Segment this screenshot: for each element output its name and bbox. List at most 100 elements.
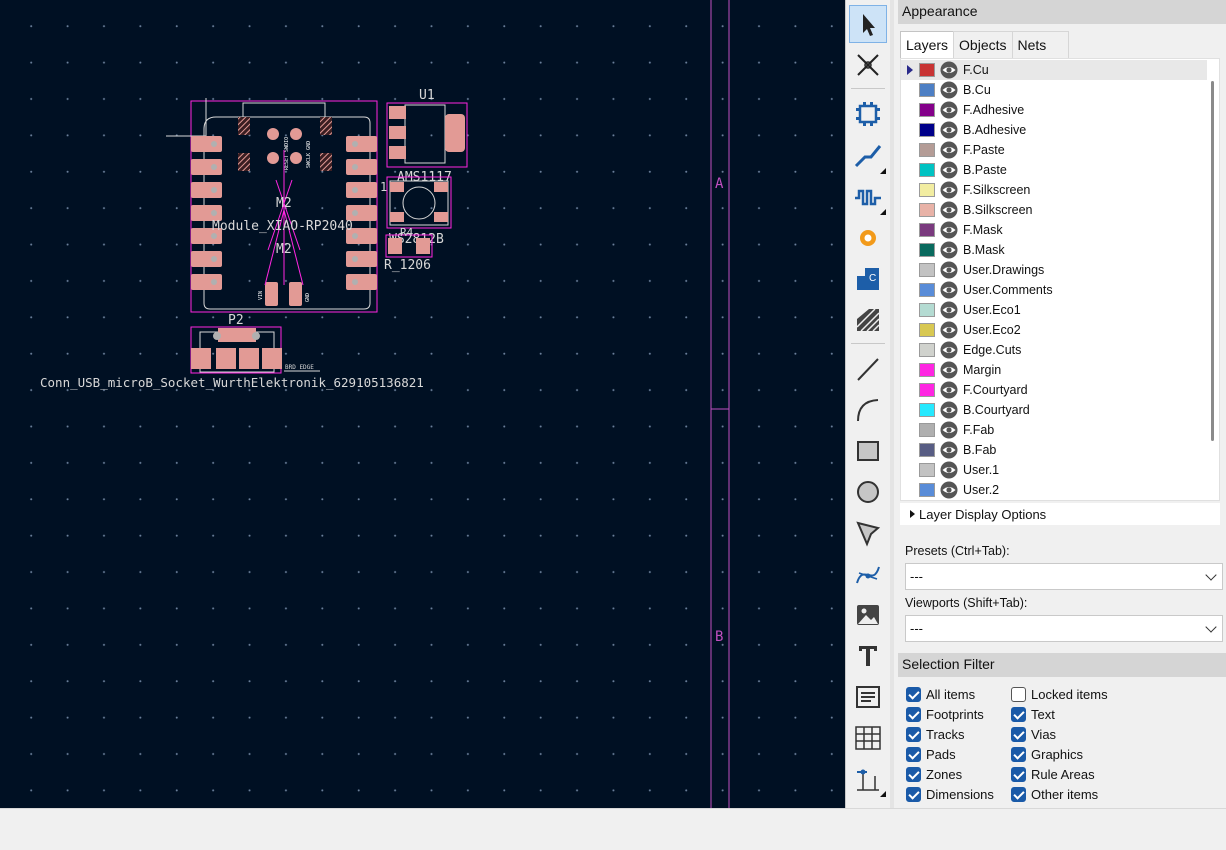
module-pad[interactable] — [346, 136, 377, 152]
layer-row[interactable]: User.2 — [901, 480, 1207, 500]
visibility-eye-icon[interactable] — [940, 361, 958, 379]
visibility-eye-icon[interactable] — [940, 201, 958, 219]
layer-row[interactable]: User.Eco2 — [901, 320, 1207, 340]
checkbox-checked-icon[interactable] — [906, 766, 921, 782]
filter-checkbox[interactable]: All items — [906, 685, 975, 703]
tune-length-icon[interactable] — [849, 178, 887, 216]
module-pad[interactable] — [191, 182, 222, 198]
visibility-eye-icon[interactable] — [940, 181, 958, 199]
filter-checkbox[interactable]: Graphics — [1011, 745, 1083, 763]
draw-arc-icon[interactable] — [849, 391, 887, 429]
add-footprint-icon[interactable] — [849, 95, 887, 133]
layer-row[interactable]: Edge.Cuts — [901, 340, 1207, 360]
layer-color-swatch[interactable] — [919, 223, 935, 237]
draw-bezier-icon[interactable] — [849, 555, 887, 593]
tab-objects[interactable]: Objects — [953, 31, 1013, 58]
layer-row[interactable]: User.Comments — [901, 280, 1207, 300]
layer-row[interactable]: F.Cu — [901, 60, 1207, 80]
add-image-icon[interactable] — [849, 596, 887, 634]
layer-row[interactable]: B.Silkscreen — [901, 200, 1207, 220]
layer-row[interactable]: B.Courtyard — [901, 400, 1207, 420]
layer-color-swatch[interactable] — [919, 323, 935, 337]
layer-color-swatch[interactable] — [919, 463, 935, 477]
layer-color-swatch[interactable] — [919, 203, 935, 217]
layer-row[interactable]: B.Cu — [901, 80, 1207, 100]
checkbox-checked-icon[interactable] — [1011, 786, 1026, 802]
footprint-m2[interactable]: RESET SWDIO SWCLK GND VIN GND M2 Module_… — [166, 98, 378, 313]
layer-row[interactable]: B.Paste — [901, 160, 1207, 180]
visibility-eye-icon[interactable] — [940, 401, 958, 419]
checkbox-checked-icon[interactable] — [906, 726, 921, 742]
add-rule-area-icon[interactable] — [849, 301, 887, 339]
layer-color-swatch[interactable] — [919, 343, 935, 357]
layer-row[interactable]: F.Silkscreen — [901, 180, 1207, 200]
layer-color-swatch[interactable] — [919, 363, 935, 377]
visibility-eye-icon[interactable] — [940, 381, 958, 399]
layer-row[interactable]: Margin — [901, 360, 1207, 380]
layer-row[interactable]: B.Adhesive — [901, 120, 1207, 140]
layer-color-swatch[interactable] — [919, 303, 935, 317]
layer-color-swatch[interactable] — [919, 103, 935, 117]
visibility-eye-icon[interactable] — [940, 461, 958, 479]
layer-row[interactable]: F.Fab — [901, 420, 1207, 440]
visibility-eye-icon[interactable] — [940, 421, 958, 439]
tab-layers[interactable]: Layers — [900, 31, 955, 58]
pcb-canvas[interactable]: A B RESET SWDIO SWCLK GND VIN GND M2 Mod… — [0, 0, 845, 808]
visibility-eye-icon[interactable] — [940, 81, 958, 99]
checkbox-checked-icon[interactable] — [906, 786, 921, 802]
checkbox-checked-icon[interactable] — [906, 686, 921, 702]
add-text-icon[interactable] — [849, 637, 887, 675]
layer-row[interactable]: F.Paste — [901, 140, 1207, 160]
select-tool-icon[interactable] — [849, 5, 887, 43]
visibility-eye-icon[interactable] — [940, 481, 958, 499]
viewports-select[interactable]: --- — [905, 615, 1223, 642]
route-track-icon[interactable] — [849, 137, 887, 175]
module-pad[interactable] — [191, 251, 222, 267]
visibility-eye-icon[interactable] — [940, 221, 958, 239]
filter-checkbox[interactable]: Other items — [1011, 785, 1098, 803]
checkbox-checked-icon[interactable] — [1011, 726, 1026, 742]
filter-checkbox[interactable]: Rule Areas — [1011, 765, 1095, 783]
filter-checkbox[interactable]: Locked items — [1011, 685, 1108, 703]
visibility-eye-icon[interactable] — [940, 161, 958, 179]
visibility-eye-icon[interactable] — [940, 241, 958, 259]
checkbox-checked-icon[interactable] — [1011, 766, 1026, 782]
module-pad[interactable] — [346, 274, 377, 290]
visibility-eye-icon[interactable] — [940, 61, 958, 79]
layer-color-swatch[interactable] — [919, 383, 935, 397]
module-pad[interactable] — [191, 159, 222, 175]
module-pad[interactable] — [191, 274, 222, 290]
filter-checkbox[interactable]: Tracks — [906, 725, 965, 743]
layer-display-options[interactable]: Layer Display Options — [900, 503, 1220, 525]
tab-nets[interactable]: Nets — [1011, 31, 1069, 58]
filter-checkbox[interactable]: Zones — [906, 765, 962, 783]
checkbox-checked-icon[interactable] — [906, 706, 921, 722]
visibility-eye-icon[interactable] — [940, 121, 958, 139]
layer-color-swatch[interactable] — [919, 123, 935, 137]
layer-color-swatch[interactable] — [919, 403, 935, 417]
visibility-eye-icon[interactable] — [940, 301, 958, 319]
module-pad[interactable] — [191, 136, 222, 152]
draw-rectangle-icon[interactable] — [849, 432, 887, 470]
module-pad[interactable] — [346, 182, 377, 198]
add-textbox-icon[interactable] — [849, 678, 887, 716]
module-pad[interactable] — [346, 251, 377, 267]
add-dimension-icon[interactable] — [849, 760, 887, 798]
local-ratsnest-icon[interactable] — [849, 46, 887, 84]
layer-row[interactable]: User.Drawings — [901, 260, 1207, 280]
layer-row[interactable]: F.Mask — [901, 220, 1207, 240]
visibility-eye-icon[interactable] — [940, 261, 958, 279]
layer-color-swatch[interactable] — [919, 263, 935, 277]
visibility-eye-icon[interactable] — [940, 141, 958, 159]
draw-line-icon[interactable] — [849, 350, 887, 388]
footprint-u2[interactable]: 1 WS2812B — [380, 176, 452, 247]
footprint-u1[interactable]: U1 AMS1117 — [386, 88, 468, 185]
filter-checkbox[interactable]: Pads — [906, 745, 956, 763]
draw-polygon-icon[interactable] — [849, 514, 887, 552]
layer-color-swatch[interactable] — [919, 183, 935, 197]
checkbox-checked-icon[interactable] — [906, 746, 921, 762]
visibility-eye-icon[interactable] — [940, 101, 958, 119]
add-table-icon[interactable] — [849, 719, 887, 757]
layer-row[interactable]: User.Eco1 — [901, 300, 1207, 320]
filter-checkbox[interactable]: Footprints — [906, 705, 984, 723]
